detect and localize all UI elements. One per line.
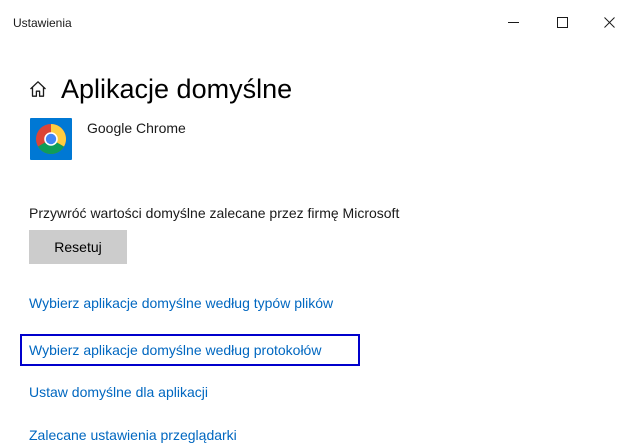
close-icon xyxy=(603,16,615,28)
maximize-button[interactable] xyxy=(550,12,574,32)
page-title: Aplikacje domyślne xyxy=(61,74,293,104)
google-chrome-logo-icon[interactable] xyxy=(30,118,72,160)
minimize-icon xyxy=(507,21,519,23)
home-icon[interactable] xyxy=(29,80,47,98)
maximize-icon xyxy=(556,16,568,28)
link-set-defaults-by-app[interactable]: Ustaw domyślne dla aplikacji xyxy=(29,384,208,401)
close-button[interactable] xyxy=(597,12,619,32)
window-title: Ustawienia xyxy=(13,16,72,30)
reset-description: Przywróć wartości domyślne zalecane prze… xyxy=(29,205,400,221)
reset-button[interactable]: Resetuj xyxy=(29,230,127,264)
browser-app-name[interactable]: Google Chrome xyxy=(87,120,186,137)
minimize-button[interactable] xyxy=(501,12,525,32)
link-recommended-browser-settings[interactable]: Zalecane ustawienia przeglądarki xyxy=(29,427,237,444)
title-bar: Ustawienia xyxy=(0,0,619,44)
link-choose-defaults-by-file-type[interactable]: Wybierz aplikacje domyślne według typów … xyxy=(29,295,333,312)
page-header: Aplikacje domyślne xyxy=(29,72,292,106)
link-choose-defaults-by-protocol[interactable]: Wybierz aplikacje domyślne według protok… xyxy=(29,342,321,359)
